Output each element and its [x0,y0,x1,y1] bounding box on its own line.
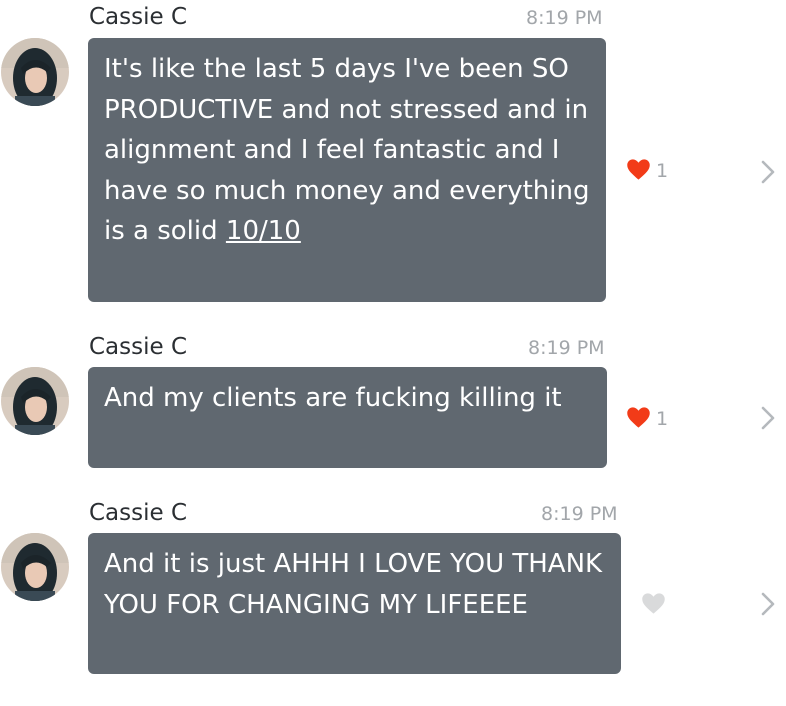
chevron-right-icon[interactable] [758,158,778,186]
message-row: Cassie C 8:19 PM It's like the last 5 da… [0,0,786,310]
message-bubble[interactable]: And my clients are fucking killing it [88,367,607,468]
sender-name: Cassie C [89,500,188,526]
message-timestamp: 8:19 PM [541,503,618,525]
sender-name: Cassie C [89,334,188,360]
message-text: And my clients are fucking killing it [104,383,562,413]
avatar[interactable] [1,367,69,435]
message-text: And it is just AHHH I LOVE YOU THANK YOU… [104,549,603,620]
heart-icon[interactable] [625,156,652,183]
message-row: Cassie C 8:19 PM And it is just AHHH I L… [0,496,786,686]
avatar[interactable] [1,38,69,106]
avatar[interactable] [1,533,69,601]
chevron-right-icon[interactable] [758,590,778,618]
sender-name: Cassie C [89,4,188,30]
message-timestamp: 8:19 PM [526,7,603,29]
like-count: 1 [656,408,669,430]
message-timestamp: 8:19 PM [528,337,605,359]
like-count: 1 [656,160,669,182]
message-link[interactable]: 10/10 [226,216,301,246]
heart-icon[interactable] [640,590,667,617]
message-bubble[interactable]: And it is just AHHH I LOVE YOU THANK YOU… [88,533,621,674]
message-row: Cassie C 8:19 PM And my clients are fuck… [0,330,786,470]
message-text: It's like the last 5 days I've been SO P… [104,54,590,246]
heart-icon[interactable] [625,404,652,431]
message-bubble[interactable]: It's like the last 5 days I've been SO P… [88,38,606,302]
chevron-right-icon[interactable] [758,404,778,432]
